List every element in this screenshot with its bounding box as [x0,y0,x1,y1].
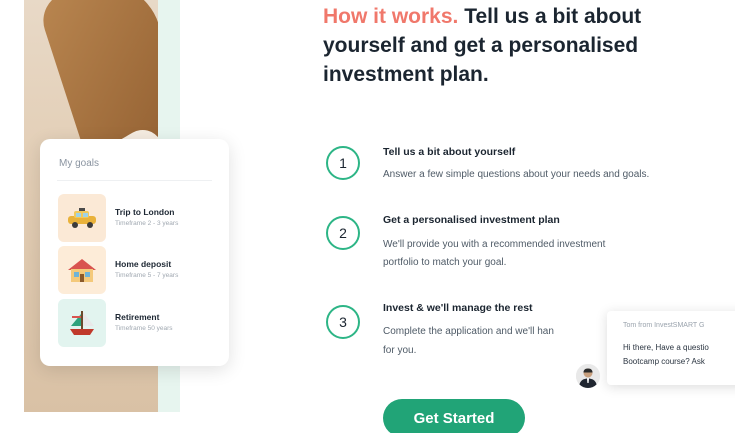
heading-accent: How it works. [323,5,459,28]
goal-name: Home deposit [115,259,172,269]
goal-name: Trip to London [115,207,175,217]
goal-timeframe: Timeframe 5 - 7 years [115,272,179,279]
step-title-1: Tell us a bit about yourself [383,146,516,158]
goals-card-title: My goals [59,158,100,169]
goal-timeframe: Timeframe 50 years [115,325,173,332]
goals-card: My goals Trip to London Timeframe 2 - 3 … [40,139,229,366]
house-icon [58,246,106,294]
step-title-2: Get a personalised investment plan [383,214,560,226]
chat-message-line: Hi there, Have a questio [623,343,709,352]
step-desc-1: Answer a few simple questions about your… [383,169,650,180]
step-desc-2a: We'll provide you with a recommended inv… [383,239,606,250]
goal-item-home: Home deposit Timeframe 5 - 7 years [58,246,218,294]
goal-name: Retirement [115,312,160,322]
chat-message-line: Bootcamp course? Ask [623,357,705,366]
chat-message: Hi there, Have a questio Bootcamp course… [623,341,735,369]
goal-item-trip: Trip to London Timeframe 2 - 3 years [58,194,218,242]
goal-item-retirement: Retirement Timeframe 50 years [58,299,218,347]
step-number-2: 2 [326,216,360,250]
step-desc-3a: Complete the application and we'll han [383,326,554,337]
step-desc-2b: portfolio to match your goal. [383,257,507,268]
page-heading: How it works. Tell us a bit about yourse… [323,2,723,89]
step-number-1: 1 [326,146,360,180]
get-started-button[interactable]: Get Started [383,399,525,433]
step-desc-3b: for you. [383,345,417,356]
person-icon [576,364,600,388]
goals-divider [57,180,212,181]
goal-timeframe: Timeframe 2 - 3 years [115,220,179,227]
car-icon [58,194,106,242]
boat-icon [58,299,106,347]
avatar[interactable] [576,364,600,388]
chat-sender: Tom from InvestSMART G [623,322,705,329]
step-number-3: 3 [326,305,360,339]
chat-popup[interactable]: Tom from InvestSMART G Hi there, Have a … [607,311,735,385]
step-title-3: Invest & we'll manage the rest [383,302,533,314]
